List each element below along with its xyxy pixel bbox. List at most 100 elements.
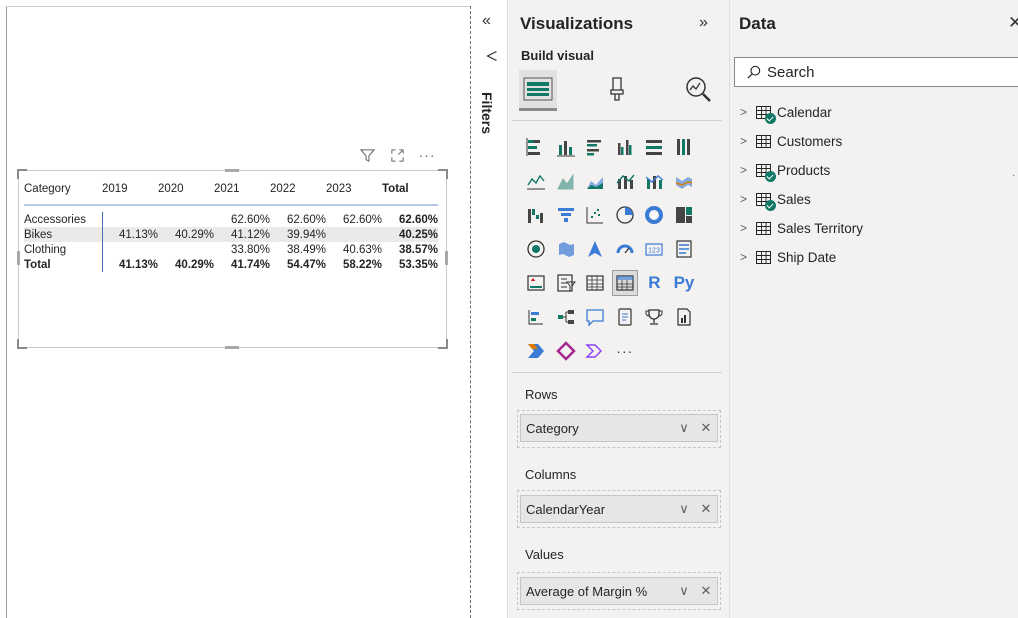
multi-row-card-icon[interactable]	[671, 236, 697, 262]
table-node-calendar[interactable]: > Calendar	[740, 102, 832, 124]
chevron-down-icon[interactable]: ∨	[673, 420, 695, 436]
clustered-column-icon[interactable]	[612, 134, 638, 160]
column-header[interactable]: 2021	[214, 178, 270, 205]
table-icon	[756, 192, 776, 211]
column-header[interactable]: 2019	[102, 178, 158, 205]
focus-mode-icon[interactable]	[388, 146, 406, 164]
build-visual-tab[interactable]	[519, 70, 557, 111]
treemap-icon[interactable]	[671, 202, 697, 228]
analytics-tab[interactable]	[679, 70, 717, 108]
decomposition-tree-icon[interactable]	[553, 304, 579, 330]
chevron-right-icon[interactable]: >	[740, 163, 752, 177]
column-header[interactable]: 2022	[270, 178, 326, 205]
resize-handle[interactable]	[17, 339, 27, 349]
table-cell: 53.35%	[398, 258, 438, 271]
map-icon[interactable]	[523, 236, 549, 262]
gauge-icon[interactable]	[612, 236, 638, 262]
resize-handle[interactable]	[438, 339, 448, 349]
row-header[interactable]: Total	[24, 257, 102, 272]
matrix-header-row: Category 2019 2020 2021 2022 2023 Total	[24, 178, 438, 205]
table-row	[24, 205, 438, 212]
r-text: R	[648, 273, 661, 292]
resize-handle[interactable]	[225, 346, 239, 349]
table-node-sales[interactable]: > Sales	[740, 189, 811, 211]
collapse-pane-icon[interactable]: «	[482, 12, 491, 30]
100-stacked-column-icon[interactable]	[671, 134, 697, 160]
scatter-icon[interactable]	[582, 202, 608, 228]
row-header[interactable]: Clothing	[24, 242, 102, 257]
slicer-icon[interactable]	[553, 270, 579, 296]
clustered-bar-icon[interactable]	[582, 134, 608, 160]
search-input[interactable]: Search	[734, 57, 1018, 87]
table-node-sales-territory[interactable]: > Sales Territory	[740, 218, 863, 238]
area-chart-icon[interactable]	[553, 168, 579, 194]
py-text: Py	[673, 273, 695, 292]
field-pill-calendaryear[interactable]: CalendarYear ∨ ✕	[520, 495, 718, 523]
kpi-icon[interactable]	[523, 270, 549, 296]
chevron-down-icon[interactable]: ∨	[673, 501, 695, 517]
donut-chart-icon[interactable]	[641, 202, 667, 228]
key-influencers-icon[interactable]	[523, 304, 549, 330]
filters-pane-label[interactable]: Filters	[479, 92, 495, 134]
chevron-right-icon[interactable]: >	[740, 221, 752, 235]
100-stacked-bar-icon[interactable]	[641, 134, 667, 160]
row-header[interactable]: Bikes	[24, 227, 102, 242]
arrow-visual-icon[interactable]	[582, 338, 608, 364]
r-visual-icon[interactable]: R	[641, 270, 667, 296]
table-node-ship-date[interactable]: > Ship Date	[740, 247, 836, 267]
format-visual-tab[interactable]	[599, 70, 637, 108]
table-node-customers[interactable]: > Customers	[740, 131, 842, 151]
chevron-right-icon[interactable]: >	[740, 250, 752, 264]
collapse-pane-icon[interactable]: ✕	[1008, 13, 1018, 33]
chevron-right-icon[interactable]: >	[740, 192, 752, 206]
more-options-icon[interactable]: ·	[1012, 170, 1015, 181]
smart-narrative-icon[interactable]	[612, 304, 638, 330]
resize-handle[interactable]	[225, 169, 239, 172]
chevron-right-icon[interactable]: >	[740, 105, 752, 119]
table-icon[interactable]	[582, 270, 608, 296]
column-header[interactable]: Total	[382, 178, 438, 205]
stacked-area-icon[interactable]	[582, 168, 608, 194]
waterfall-icon[interactable]	[523, 202, 549, 228]
resize-handle[interactable]	[17, 251, 20, 265]
card-icon[interactable]: 123	[641, 236, 667, 262]
power-automate-icon[interactable]	[523, 338, 549, 364]
filter-icon[interactable]	[358, 146, 376, 164]
table-node-products[interactable]: > Products	[740, 160, 830, 182]
qa-icon[interactable]	[582, 304, 608, 330]
pie-chart-icon[interactable]	[612, 202, 638, 228]
expand-pane-icon[interactable]: »	[699, 14, 708, 32]
azure-map-icon[interactable]	[582, 236, 608, 262]
column-header[interactable]: Category	[24, 178, 102, 205]
paginated-report-icon[interactable]	[671, 304, 697, 330]
close-icon[interactable]: ✕	[695, 420, 717, 436]
field-pill-category[interactable]: Category ∨ ✕	[520, 414, 718, 442]
more-options-icon[interactable]: ···	[418, 146, 436, 164]
funnel-icon[interactable]	[553, 202, 579, 228]
close-icon[interactable]: ✕	[695, 583, 717, 599]
column-header[interactable]: 2020	[158, 178, 214, 205]
resize-handle[interactable]	[438, 169, 448, 179]
ribbon-chart-icon[interactable]	[671, 168, 697, 194]
line-stacked-column-icon[interactable]	[641, 168, 667, 194]
filled-map-icon[interactable]	[553, 236, 579, 262]
python-visual-icon[interactable]: Py	[671, 270, 697, 296]
row-header[interactable]: Accessories	[24, 212, 102, 227]
stacked-bar-icon[interactable]	[523, 134, 549, 160]
close-icon[interactable]: ✕	[695, 501, 717, 517]
matrix-icon[interactable]	[611, 270, 638, 296]
funnel-icon[interactable]	[486, 50, 498, 65]
column-header[interactable]: 2023	[326, 178, 382, 205]
line-chart-icon[interactable]	[523, 168, 549, 194]
goals-icon[interactable]	[641, 304, 667, 330]
field-pill-average-margin[interactable]: Average of Margin % ∨ ✕	[520, 577, 718, 605]
stacked-column-icon[interactable]	[553, 134, 579, 160]
more-visuals-icon[interactable]: ···	[612, 338, 638, 364]
chevron-down-icon[interactable]: ∨	[673, 583, 695, 599]
chevron-right-icon[interactable]: >	[740, 134, 752, 148]
line-clustered-column-icon[interactable]	[612, 168, 638, 194]
table-row: Bikes 41.13% 40.29% 41.12% 39.94% 40.25%	[24, 227, 438, 242]
power-apps-icon[interactable]	[553, 338, 579, 364]
table-cell: 62.60%	[286, 213, 326, 226]
resize-handle[interactable]	[445, 251, 448, 265]
